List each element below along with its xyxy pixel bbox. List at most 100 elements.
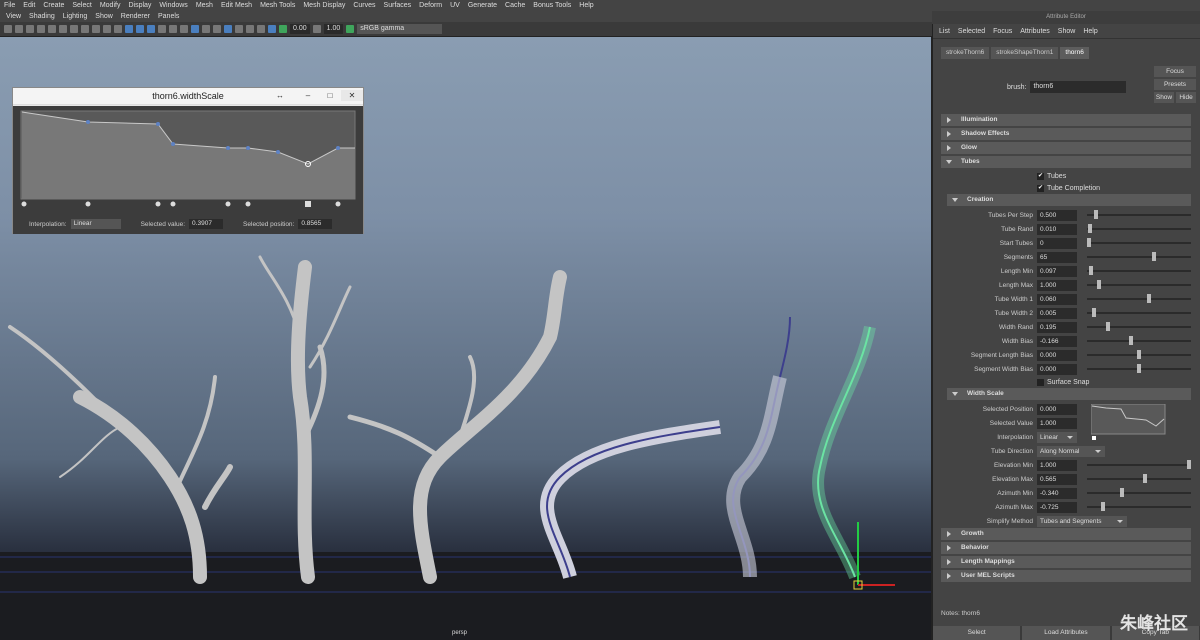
slider-knob[interactable] [1187, 460, 1191, 469]
viewport-menu-panels[interactable]: Panels [158, 13, 179, 20]
attr-slider[interactable] [1087, 238, 1191, 247]
attr-value-field[interactable]: -0.166 [1037, 335, 1077, 347]
viewport-menu-show[interactable]: Show [95, 13, 113, 20]
slider-knob[interactable] [1152, 252, 1156, 261]
checkbox-unchecked-icon[interactable] [1037, 378, 1044, 386]
selected-value-field[interactable]: 0.3907 [189, 219, 224, 229]
menu-display[interactable]: Display [128, 2, 151, 9]
menu-select[interactable]: Select [72, 2, 91, 9]
ae-menu-help[interactable]: Help [1083, 28, 1097, 35]
viewport-menu-renderer[interactable]: Renderer [121, 13, 150, 20]
attr-value-field[interactable]: 0.000 [1037, 363, 1077, 375]
attr-slider[interactable] [1087, 266, 1191, 275]
field-chart-icon[interactable] [92, 25, 100, 33]
attr-slider[interactable] [1087, 322, 1191, 331]
slider-knob[interactable] [1089, 266, 1093, 275]
shadows-icon[interactable] [180, 25, 188, 33]
attr-slider[interactable] [1087, 488, 1191, 497]
section-growth[interactable]: Growth [941, 528, 1191, 540]
camera-icon[interactable] [4, 25, 12, 33]
tab-strokeshapethorn1[interactable]: strokeShapeThorn1 [991, 47, 1059, 59]
wireframe-on-shaded-icon[interactable] [147, 25, 155, 33]
select-button[interactable]: Select [933, 626, 1021, 640]
resize-icon[interactable]: ↔ [269, 90, 291, 101]
attr-value-field[interactable]: 65 [1037, 251, 1077, 263]
resolution-gate-icon[interactable] [70, 25, 78, 33]
brush-field[interactable]: thorn6 [1030, 81, 1127, 93]
close-icon[interactable]: ✕ [341, 90, 363, 101]
image-plane-icon[interactable] [37, 25, 45, 33]
menu-curves[interactable]: Curves [353, 2, 375, 9]
slider-knob[interactable] [1129, 336, 1133, 345]
presets-button[interactable]: Presets [1154, 79, 1196, 90]
maximize-icon[interactable]: □ [319, 90, 341, 101]
smooth-shade-icon[interactable] [136, 25, 144, 33]
wireframe-icon[interactable] [125, 25, 133, 33]
widthscale-window[interactable]: thorn6.widthScale ↔ – □ ✕ Interpolation:… [12, 87, 364, 234]
attr-value-field[interactable]: 0.500 [1037, 209, 1077, 221]
safe-action-icon[interactable] [103, 25, 111, 33]
ambient-occlusion-icon[interactable] [191, 25, 199, 33]
attr-slider[interactable] [1087, 350, 1191, 359]
menu-modify[interactable]: Modify [100, 2, 121, 9]
gate-mask-icon[interactable] [81, 25, 89, 33]
slider-knob[interactable] [1094, 210, 1098, 219]
slider-knob[interactable] [1147, 294, 1151, 303]
attr-slider[interactable] [1087, 308, 1191, 317]
ws-interpolation-dropdown[interactable]: Linear [1037, 431, 1077, 443]
section-shadow-effects[interactable]: Shadow Effects [941, 128, 1191, 140]
gamma-icon[interactable] [312, 25, 321, 33]
section-illumination[interactable]: Illumination [941, 114, 1191, 126]
attr-slider[interactable] [1087, 460, 1191, 469]
slider-knob[interactable] [1120, 488, 1124, 497]
ws-selected-value-field[interactable]: 1.000 [1037, 417, 1077, 429]
menu-bonus-tools[interactable]: Bonus Tools [533, 2, 571, 9]
menu-help[interactable]: Help [579, 2, 593, 9]
section-behavior[interactable]: Behavior [941, 542, 1191, 554]
attr-slider[interactable] [1087, 474, 1191, 483]
menu-file[interactable]: File [4, 2, 15, 9]
xray-components-icon[interactable] [268, 25, 276, 33]
lights-icon[interactable] [169, 25, 177, 33]
menu-edit[interactable]: Edit [23, 2, 35, 9]
tube-direction-dropdown[interactable]: Along Normal [1037, 445, 1105, 457]
slider-knob[interactable] [1101, 502, 1105, 511]
ae-menu-list[interactable]: List [939, 28, 950, 35]
gamma-field[interactable]: 1.00 [323, 24, 344, 34]
attr-slider[interactable] [1087, 502, 1191, 511]
surface-snap-row[interactable]: Surface Snap [941, 376, 1191, 388]
ramp-thumbnail[interactable] [1091, 404, 1167, 442]
colorspace-dropdown[interactable]: sRGB gamma [357, 24, 443, 34]
film-gate-icon[interactable] [59, 25, 67, 33]
attr-value-field[interactable]: 0.195 [1037, 321, 1077, 333]
xray-icon[interactable] [246, 25, 254, 33]
menu-surfaces[interactable]: Surfaces [384, 2, 412, 9]
menu-deform[interactable]: Deform [419, 2, 442, 9]
focus-button[interactable]: Focus [1154, 66, 1196, 77]
viewport-menu-lighting[interactable]: Lighting [63, 13, 88, 20]
bookmark-icon[interactable] [26, 25, 34, 33]
antialias-icon[interactable] [213, 25, 221, 33]
attr-slider[interactable] [1087, 252, 1191, 261]
attr-slider[interactable] [1087, 280, 1191, 289]
isolate-select-icon[interactable] [235, 25, 243, 33]
checkbox-checked-icon[interactable]: ✔ [1037, 184, 1044, 192]
slider-knob[interactable] [1087, 238, 1091, 247]
menu-create[interactable]: Create [43, 2, 64, 9]
menu-edit-mesh[interactable]: Edit Mesh [221, 2, 252, 9]
tube-completion-checkbox-row[interactable]: ✔ Tube Completion [941, 182, 1191, 194]
viewport-persp[interactable]: thorn6.widthScale ↔ – □ ✕ Interpolation:… [0, 37, 932, 640]
ae-menu-selected[interactable]: Selected [958, 28, 985, 35]
attr-slider[interactable] [1087, 224, 1191, 233]
ae-menu-attributes[interactable]: Attributes [1020, 28, 1050, 35]
section-tubes[interactable]: Tubes [941, 156, 1191, 168]
selected-position-field[interactable]: 0.8565 [298, 219, 333, 229]
attr-value-field[interactable]: -0.340 [1037, 487, 1077, 499]
attr-slider[interactable] [1087, 294, 1191, 303]
color-management-icon[interactable] [346, 25, 355, 33]
interpolation-dropdown[interactable]: Linear [70, 219, 121, 229]
tab-thorn6[interactable]: thorn6 [1060, 47, 1089, 59]
attr-value-field[interactable]: 0.005 [1037, 307, 1077, 319]
attr-slider[interactable] [1087, 364, 1191, 373]
slider-knob[interactable] [1137, 364, 1141, 373]
